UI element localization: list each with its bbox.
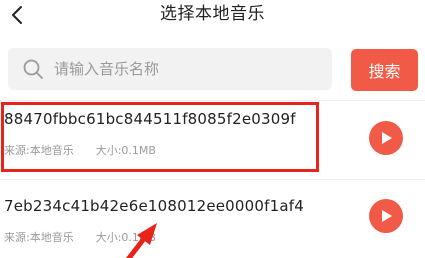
song-name: 88470fbbc61bc844511f8085f2e0309f: [4, 110, 296, 128]
search-box[interactable]: [8, 48, 332, 90]
play-icon: [382, 210, 392, 222]
header-bar: 选择本地音乐: [0, 0, 425, 34]
play-button[interactable]: [369, 121, 403, 155]
search-icon: [23, 59, 43, 79]
song-size: 大小:0.1MB: [95, 144, 156, 157]
song-meta: 来源:本地音乐 大小:0.1MB: [4, 229, 156, 245]
play-icon: [382, 132, 392, 144]
song-size: 大小:0.1MB: [95, 231, 156, 244]
search-button[interactable]: 搜索: [351, 49, 418, 91]
song-source: 来源:本地音乐: [4, 144, 74, 157]
song-name: 7eb234c41b42e6e108012ee0000f1af4: [4, 197, 304, 215]
song-item[interactable]: 88470fbbc61bc844511f8085f2e0309f 来源:本地音乐…: [0, 102, 425, 178]
select-local-music-page: 选择本地音乐 搜索 88470fbbc61bc844511f8085f2e030…: [0, 0, 425, 258]
play-button[interactable]: [369, 199, 403, 233]
song-meta: 来源:本地音乐 大小:0.1MB: [4, 142, 156, 158]
page-title: 选择本地音乐: [160, 4, 265, 24]
search-input[interactable]: [54, 54, 332, 84]
search-row: 搜索: [0, 46, 425, 92]
song-item[interactable]: 7eb234c41b42e6e108012ee0000f1af4 来源:本地音乐…: [0, 189, 425, 258]
song-source: 来源:本地音乐: [4, 231, 74, 244]
divider: [0, 179, 425, 180]
divider: [0, 100, 425, 101]
